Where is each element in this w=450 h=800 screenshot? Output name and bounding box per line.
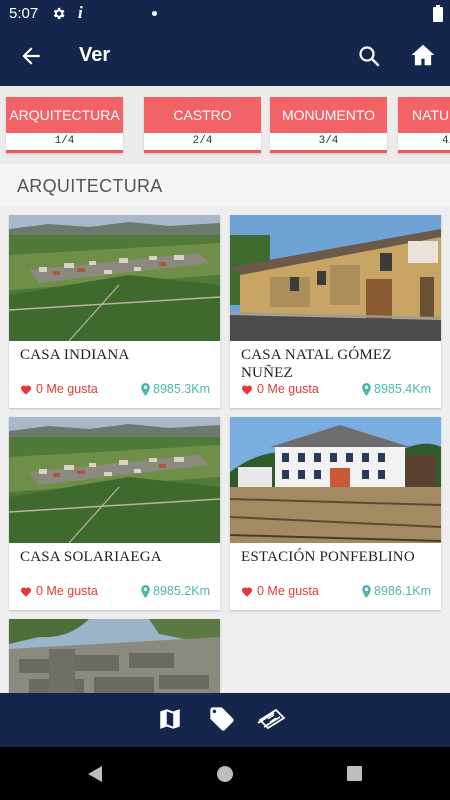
place-title: CASA INDIANA	[20, 347, 130, 363]
system-recents-icon[interactable]	[346, 765, 363, 786]
place-photo	[230, 215, 441, 341]
place-photo	[230, 417, 441, 543]
distance-value: 8986.1Km	[374, 584, 431, 598]
status-bar: 5:07 i	[0, 0, 450, 28]
likes-count: 0 Me gusta	[36, 584, 98, 598]
tag-icon[interactable]	[208, 705, 236, 737]
distance-indicator: 8985.3Km	[141, 382, 210, 396]
tab-label: CASTRO	[144, 97, 261, 133]
place-card[interactable]: CASA NATAL GÓMEZ NUÑEZ 0 Me gusta 8985.4…	[230, 215, 441, 408]
system-navigation-bar	[0, 747, 450, 800]
status-time: 5:07	[9, 5, 39, 22]
heart-icon	[21, 587, 31, 597]
search-icon[interactable]	[357, 44, 381, 68]
info-icon: i	[78, 3, 83, 22]
distance-value: 8985.3Km	[153, 382, 210, 396]
notification-dot-icon	[152, 11, 157, 16]
place-card[interactable]: CASA INDIANA 0 Me gusta 8985.3Km	[9, 215, 220, 408]
place-card[interactable]	[9, 619, 220, 693]
tab-label: NATU	[398, 97, 450, 133]
place-photo	[9, 417, 220, 543]
place-photo	[9, 619, 220, 693]
app-bar: Ver	[0, 28, 450, 86]
place-title: CASA SOLARIAEGA	[20, 549, 162, 565]
bottom-navigation	[0, 693, 450, 747]
back-arrow-icon[interactable]	[18, 43, 44, 69]
distance-indicator: 8985.4Km	[362, 382, 431, 396]
heart-icon	[242, 587, 252, 597]
place-card[interactable]: ESTACIÓN PONFEBLINO 0 Me gusta 8986.1Km	[230, 417, 441, 610]
home-icon[interactable]	[410, 42, 436, 68]
tab-label: MONUMENTO	[270, 97, 387, 133]
likes-indicator[interactable]: 0 Me gusta	[20, 382, 98, 396]
tab-count: 3/4	[318, 135, 339, 147]
distance-indicator: 8986.1Km	[362, 584, 431, 598]
system-home-icon[interactable]	[216, 765, 234, 787]
tab-count: 2/4	[192, 135, 213, 147]
heart-icon	[21, 385, 31, 395]
category-tabs: ARQUITECTURA 1/4 CASTRO 2/4 MONUMENTO 3/…	[0, 86, 450, 164]
tab-label: ARQUITECTURA	[6, 97, 123, 133]
tab-count: 4/4	[442, 135, 450, 147]
location-pin-icon	[362, 584, 371, 598]
likes-indicator[interactable]: 0 Me gusta	[241, 382, 319, 396]
likes-indicator[interactable]: 0 Me gusta	[241, 584, 319, 598]
place-title: ESTACIÓN PONFEBLINO	[241, 549, 415, 565]
likes-count: 0 Me gusta	[257, 584, 319, 598]
tab-count: 1/4	[54, 135, 75, 147]
gear-icon	[51, 6, 66, 25]
distance-indicator: 8985.2Km	[141, 584, 210, 598]
likes-count: 0 Me gusta	[36, 382, 98, 396]
place-photo	[9, 215, 220, 341]
tickets-icon[interactable]	[256, 706, 288, 736]
tab-monumento[interactable]: MONUMENTO 3/4	[270, 97, 387, 153]
heart-icon	[242, 385, 252, 395]
page-title: Ver	[79, 44, 111, 66]
battery-icon	[433, 5, 443, 26]
tab-castro[interactable]: CASTRO 2/4	[144, 97, 261, 153]
section-title: ARQUITECTURA	[17, 176, 163, 196]
likes-count: 0 Me gusta	[257, 382, 319, 396]
place-title: CASA NATAL GÓMEZ NUÑEZ	[241, 347, 392, 381]
place-card[interactable]: CASA SOLARIAEGA 0 Me gusta 8985.2Km	[9, 417, 220, 610]
location-pin-icon	[362, 382, 371, 396]
section-header: ARQUITECTURA	[0, 164, 450, 206]
location-pin-icon	[141, 584, 150, 598]
distance-value: 8985.4Km	[374, 382, 431, 396]
tab-arquitectura[interactable]: ARQUITECTURA 1/4	[6, 97, 123, 153]
system-back-icon[interactable]	[86, 765, 104, 787]
likes-indicator[interactable]: 0 Me gusta	[20, 584, 98, 598]
distance-value: 8985.2Km	[153, 584, 210, 598]
map-icon[interactable]	[157, 706, 183, 736]
places-grid[interactable]: CASA INDIANA 0 Me gusta 8985.3Km CASA NA…	[0, 206, 450, 693]
location-pin-icon	[141, 382, 150, 396]
tab-naturaleza[interactable]: NATU 4/4	[398, 97, 450, 153]
